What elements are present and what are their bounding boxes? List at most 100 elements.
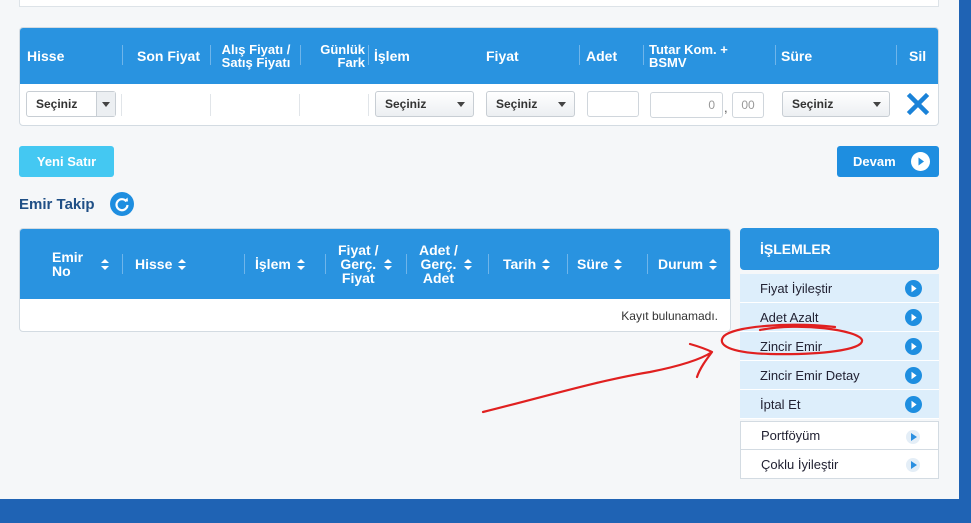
tracking-table-header: Emir No Hisse İşlem Fiyat / Gerç. Fiyat Ade… (20, 229, 730, 299)
play-circle-icon (905, 396, 922, 413)
header-tutar: Tutar Kom. + BSMV (649, 28, 733, 84)
header-separator (488, 254, 489, 274)
tutar-decimal-placeholder: 00 (741, 98, 755, 112)
caret-down-icon (102, 102, 110, 107)
header-fiyat2-line: Fiyat (341, 270, 375, 286)
order-row: Seçiniz Seçiniz Seçiniz 0 , 00 Seçiniz (20, 84, 938, 125)
header-separator (368, 45, 369, 65)
play-circle-icon (905, 338, 922, 355)
header-gerc2-line: Gerç. (420, 256, 457, 272)
main-panel: Hisse Son Fiyat Alış Fiyatı / Satış Fiya… (0, 0, 959, 499)
order-entry-table: Hisse Son Fiyat Alış Fiyatı / Satış Fiya… (19, 27, 939, 126)
refresh-icon[interactable] (110, 192, 134, 216)
header-separator (775, 45, 776, 65)
header-separator (579, 45, 580, 65)
islem-select[interactable]: Seçiniz (375, 91, 474, 117)
header-fark-line: Fark (337, 55, 365, 70)
tutar-decimal-input[interactable]: 00 (732, 92, 764, 118)
operations-title: İŞLEMLER (740, 228, 939, 270)
header-adet-line: Adet / (419, 242, 458, 258)
header-tarih-label: Tarih (503, 256, 537, 272)
header-fiyat: Fiyat (486, 48, 519, 64)
sidebar-item-fiyat-iyilestir[interactable]: Fiyat İyileştir (740, 274, 939, 303)
header-alis-satis: Alış Fiyatı / Satış Fiyatı (219, 28, 293, 84)
caret-down-icon (558, 102, 566, 107)
caret-down-icon (457, 102, 465, 107)
arrow-right-icon (906, 430, 920, 444)
play-circle-icon (905, 309, 922, 326)
header-separator (300, 45, 301, 65)
cell-divider (299, 94, 300, 116)
sidebar-item-label: Çoklu İyileştir (761, 456, 839, 472)
header-separator (896, 45, 897, 65)
header-durum-label: Durum (658, 256, 704, 272)
header-separator (244, 254, 245, 274)
header-bsmv-line: BSMV (649, 55, 687, 70)
fiyat-select-value: Seçiniz (496, 97, 538, 111)
sort-icon (296, 258, 305, 270)
header-gerc-line: Gerç. (340, 256, 377, 272)
caret-down-icon (873, 102, 881, 107)
hisse-dropdown-button[interactable] (96, 92, 115, 116)
header-hisse: Hisse (27, 48, 65, 64)
operations-sidebar: İŞLEMLER Fiyat İyileştir Adet Azalt Zinc… (740, 228, 939, 479)
header-fiyat-line: Fiyat / (338, 242, 379, 258)
header-separator (210, 45, 211, 65)
header-sure: Süre (781, 48, 813, 64)
sort-icon (178, 258, 187, 270)
sort-icon (542, 258, 551, 270)
header-gunluk-fark: Günlük Fark (310, 28, 365, 84)
order-tracking-table: Emir No Hisse İşlem Fiyat / Gerç. Fiyat Ade… (19, 228, 731, 332)
cell-divider (121, 94, 122, 116)
sidebar-item-label: Zincir Emir (760, 338, 823, 354)
header-son-fiyat: Son Fiyat (137, 48, 201, 64)
fiyat-select[interactable]: Seçiniz (486, 91, 575, 117)
sort-icon (384, 258, 393, 270)
tutar-integer-placeholder: 0 (708, 98, 715, 112)
cell-divider (368, 94, 369, 116)
close-x-icon[interactable] (906, 92, 930, 116)
order-tracking-title: Emir Takip (19, 196, 95, 213)
header-adet-gerc[interactable]: Adet / Gerç. Adet (419, 229, 472, 299)
header-sure[interactable]: Süre (577, 229, 623, 299)
header-hisse[interactable]: Hisse (135, 229, 187, 299)
sort-icon (614, 258, 623, 270)
header-islem[interactable]: İşlem (255, 229, 305, 299)
header-hisse-label: Hisse (135, 256, 173, 272)
sidebar-item-coklu-iyilestir[interactable]: Çoklu İyileştir (740, 450, 939, 479)
arrow-right-icon (906, 458, 920, 472)
play-circle-icon (905, 280, 922, 297)
sort-icon (463, 258, 472, 270)
sure-select-value: Seçiniz (792, 97, 834, 111)
header-fiyat-gerc[interactable]: Fiyat / Gerç. Fiyat (338, 229, 393, 299)
cell-divider (210, 94, 211, 116)
new-row-button[interactable]: Yeni Satır (19, 146, 114, 177)
continue-button[interactable]: Devam (837, 146, 939, 177)
sidebar-item-label: İptal Et (760, 396, 801, 412)
header-emir-no[interactable]: Emir No (52, 229, 110, 299)
sidebar-item-zincir-emir[interactable]: Zincir Emir (740, 332, 939, 361)
header-satis-line: Satış Fiyatı (221, 55, 291, 70)
header-separator (406, 254, 407, 274)
play-circle-icon (911, 152, 930, 171)
hisse-select[interactable]: Seçiniz (26, 91, 116, 117)
header-adet2-line: Adet (422, 270, 454, 286)
header-tarih[interactable]: Tarih (503, 229, 551, 299)
sidebar-item-zincir-emir-detay[interactable]: Zincir Emir Detay (740, 361, 939, 390)
tutar-integer-input[interactable]: 0 (650, 92, 723, 118)
continue-label: Devam (853, 154, 896, 169)
sidebar-item-label: Adet Azalt (760, 309, 819, 325)
sort-icon (101, 258, 110, 270)
sure-select[interactable]: Seçiniz (782, 91, 890, 117)
header-separator (122, 254, 123, 274)
sidebar-item-portfoyum[interactable]: Portföyüm (740, 421, 939, 450)
order-table-header: Hisse Son Fiyat Alış Fiyatı / Satış Fiya… (20, 28, 938, 84)
header-durum[interactable]: Durum (658, 229, 718, 299)
play-circle-icon (905, 367, 922, 384)
header-no-line: No (52, 263, 71, 279)
adet-input[interactable] (587, 91, 639, 117)
sidebar-item-iptal-et[interactable]: İptal Et (740, 390, 939, 419)
header-adet: Adet (586, 48, 618, 64)
sidebar-item-adet-azalt[interactable]: Adet Azalt (740, 303, 939, 332)
decimal-separator: , (724, 100, 728, 115)
